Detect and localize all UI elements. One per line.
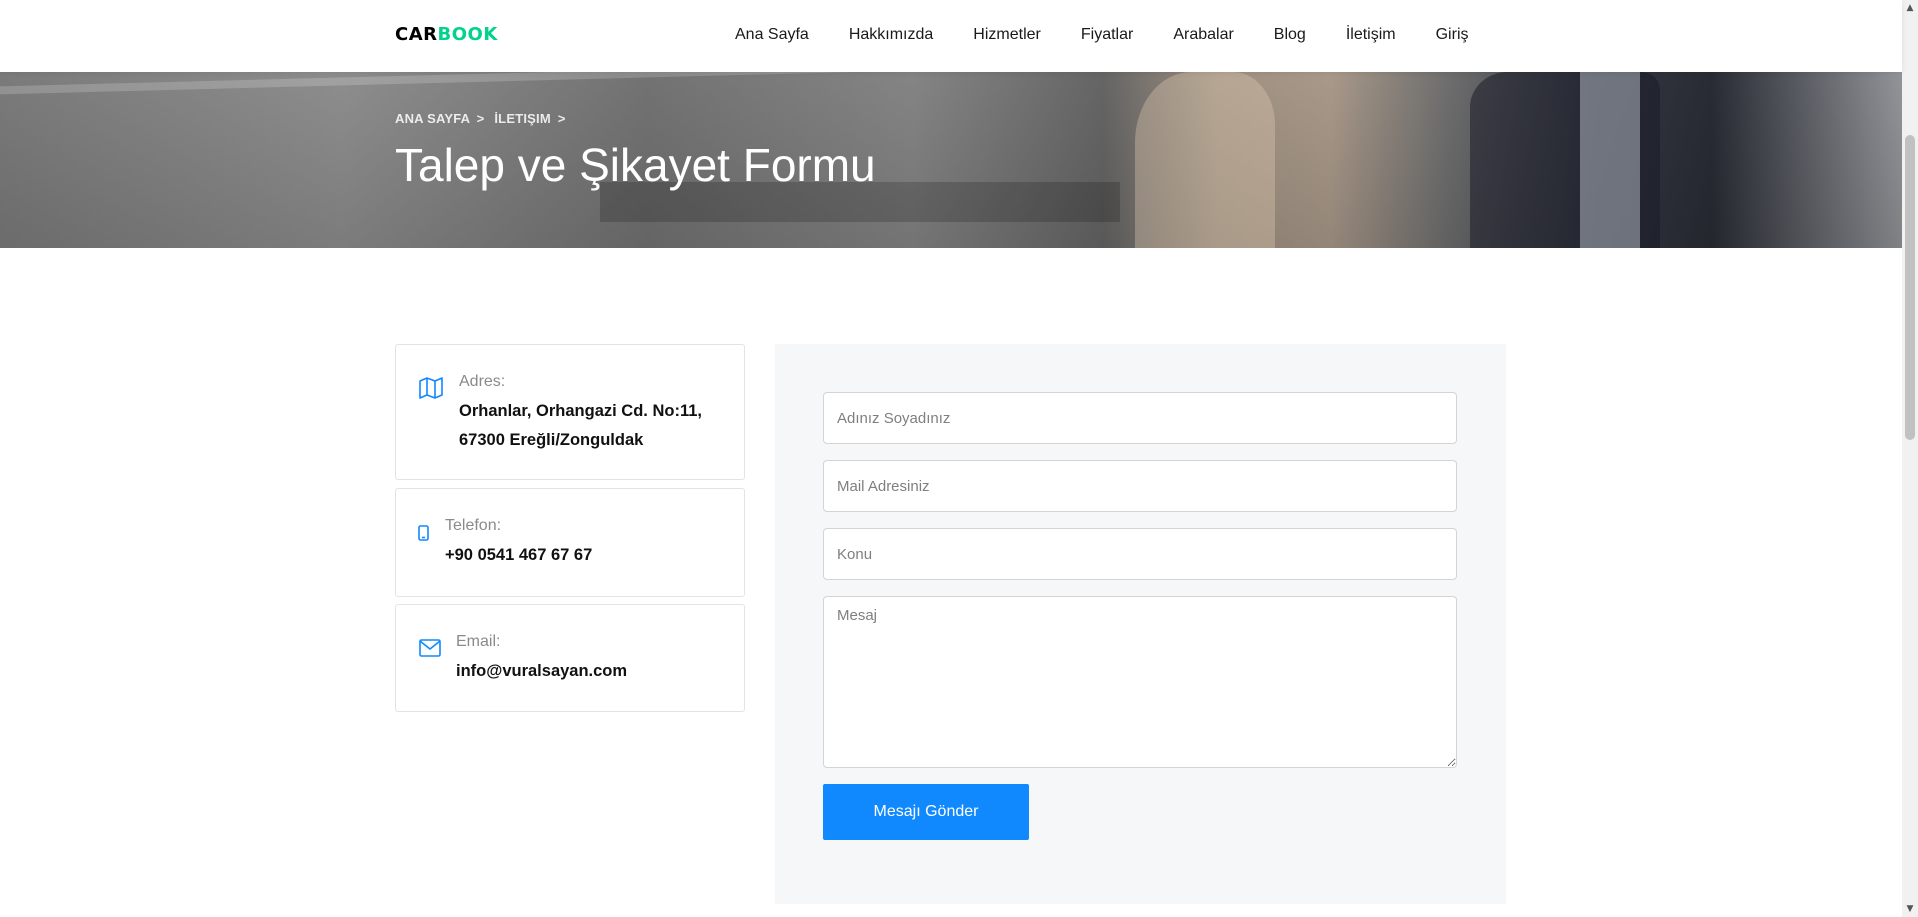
page-title: Talep ve Şikayet Formu: [395, 139, 876, 191]
breadcrumb-separator: >: [557, 111, 566, 126]
breadcrumb: ANA SAYFA > İLETIŞIM >: [395, 111, 565, 126]
main-nav: Ana Sayfa Hakkımızda Hizmetler Fiyatlar …: [735, 26, 1469, 44]
breadcrumb-item: İLETIŞIM >: [494, 111, 565, 126]
subject-input[interactable]: [823, 528, 1457, 580]
breadcrumb-current: İLETIŞIM: [494, 111, 551, 126]
envelope-icon: [419, 639, 441, 661]
send-message-button[interactable]: Mesajı Gönder: [823, 784, 1029, 840]
hero-bg-shape: [0, 72, 1100, 95]
name-input[interactable]: [823, 392, 1457, 444]
map-icon: [419, 377, 443, 403]
address-label: Adres:: [459, 373, 506, 390]
mail-input[interactable]: [823, 460, 1457, 512]
phone-value[interactable]: +90 0541 467 67 67: [445, 541, 592, 570]
navbar: CARBOOK Ana Sayfa Hakkımızda Hizmetler F…: [0, 0, 1902, 72]
breadcrumb-link-home[interactable]: ANA SAYFA: [395, 111, 470, 126]
contact-form: Mesajı Gönder: [775, 344, 1506, 904]
scroll-up-arrow-icon[interactable]: ▲: [1902, 0, 1918, 16]
hero-banner: ANA SAYFA > İLETIŞIM > Talep ve Şikayet …: [0, 72, 1902, 248]
hero-bg-shape: [1580, 72, 1640, 248]
nav-item-iletisim[interactable]: İletişim: [1346, 26, 1396, 44]
nav-item-giris[interactable]: Giriş: [1436, 26, 1469, 44]
nav-item-arabalar[interactable]: Arabalar: [1173, 26, 1233, 44]
phone-card: Telefon: +90 0541 467 67 67: [395, 488, 745, 597]
page-scrollbar[interactable]: ▲ ▼: [1902, 0, 1918, 917]
scroll-down-arrow-icon[interactable]: ▼: [1902, 901, 1918, 917]
nav-item-blog[interactable]: Blog: [1274, 26, 1306, 44]
breadcrumb-separator: >: [476, 111, 485, 126]
phone-icon: [418, 525, 429, 545]
email-value[interactable]: info@vuralsayan.com: [456, 657, 627, 686]
nav-item-ana-sayfa[interactable]: Ana Sayfa: [735, 26, 809, 44]
message-textarea[interactable]: [823, 596, 1457, 768]
breadcrumb-item: ANA SAYFA >: [395, 111, 484, 126]
scrollbar-thumb[interactable]: [1905, 135, 1915, 440]
brand-logo[interactable]: CARBOOK: [395, 24, 498, 45]
nav-item-hizmetler[interactable]: Hizmetler: [973, 26, 1041, 44]
brand-part-book: BOOK: [437, 24, 498, 45]
email-card: Email: info@vuralsayan.com: [395, 604, 745, 712]
address-card: Adres: Orhanlar, Orhangazi Cd. No:11, 67…: [395, 344, 745, 480]
address-value: Orhanlar, Orhangazi Cd. No:11, 67300 Ere…: [459, 402, 702, 449]
email-label: Email:: [456, 633, 501, 650]
phone-label: Telefon:: [445, 517, 502, 534]
hero-bg-shape: [1135, 72, 1275, 248]
nav-item-hakkimizda[interactable]: Hakkımızda: [849, 26, 933, 44]
brand-part-car: CAR: [395, 24, 438, 45]
nav-item-fiyatlar[interactable]: Fiyatlar: [1081, 26, 1133, 44]
